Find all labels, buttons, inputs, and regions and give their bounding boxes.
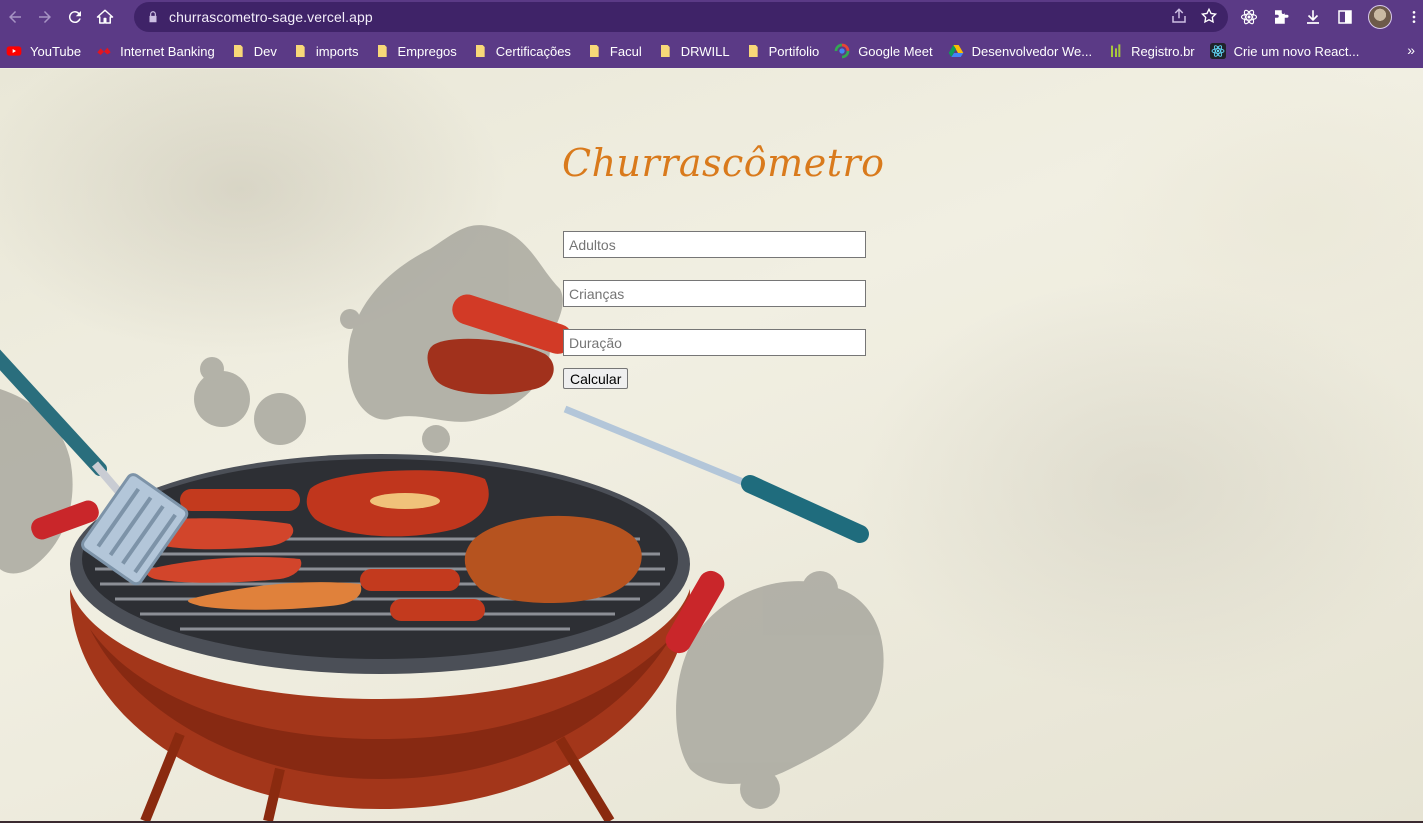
- bookmark-label: Registro.br: [1131, 43, 1195, 59]
- bookmark-facul[interactable]: Facul: [580, 37, 648, 65]
- react-devtools-icon[interactable]: [1240, 8, 1258, 26]
- download-icon[interactable]: [1304, 8, 1322, 26]
- bookmark-drwill[interactable]: DRWILL: [651, 37, 736, 65]
- profile-avatar[interactable]: [1368, 5, 1392, 29]
- arrow-left-icon: [9, 11, 21, 23]
- menu-dots-icon[interactable]: [1406, 8, 1422, 26]
- bookmark-label: Portifolio: [768, 43, 820, 59]
- bookmark-label: Dev: [253, 43, 277, 59]
- bookmark-imports[interactable]: imports: [286, 37, 365, 65]
- bookmark-certificacoes[interactable]: Certificações: [466, 37, 577, 65]
- folder-icon: [475, 45, 485, 57]
- children-input[interactable]: [563, 280, 866, 307]
- arrow-right-icon: [39, 11, 51, 23]
- reload-button[interactable]: [60, 2, 90, 32]
- bookmarks-bar: YouTube Internet Banking Dev imports Emp…: [0, 34, 1423, 68]
- home-button[interactable]: [90, 2, 120, 32]
- bookmark-empregos[interactable]: Empregos: [368, 37, 463, 65]
- google-meet-icon: [834, 43, 850, 59]
- bookmark-label: YouTube: [30, 43, 82, 59]
- bookmark-label: Crie um novo React...: [1233, 43, 1360, 59]
- duration-input[interactable]: [563, 329, 866, 356]
- forward-button[interactable]: [30, 2, 60, 32]
- folder-icon: [233, 45, 243, 57]
- url-text: churrascometro-sage.vercel.app: [169, 9, 373, 25]
- bookmark-youtube[interactable]: YouTube: [0, 37, 87, 65]
- bookmark-registro-br[interactable]: Registro.br: [1101, 37, 1201, 65]
- react-icon: [1209, 43, 1226, 59]
- bookmark-label: Internet Banking: [120, 43, 215, 59]
- folder-icon: [295, 45, 305, 57]
- bookmark-label: Google Meet: [858, 43, 933, 59]
- bank-icon: [97, 47, 111, 55]
- bookmark-portifolio[interactable]: Portifolio: [739, 37, 826, 65]
- bookmark-star-icon[interactable]: [1200, 7, 1218, 25]
- page-viewport: Churrascômetro Calcular: [0, 69, 1423, 821]
- bookmark-label: DRWILL: [680, 43, 730, 59]
- calculate-button[interactable]: Calcular: [563, 368, 629, 389]
- extensions-icon[interactable]: [1272, 8, 1290, 26]
- bookmark-internet-banking[interactable]: Internet Banking: [90, 37, 221, 65]
- side-panel-icon[interactable]: [1336, 8, 1354, 26]
- home-icon: [96, 9, 114, 24]
- bookmark-desenvolvedor-web[interactable]: Desenvolvedor We...: [942, 37, 1098, 65]
- page-title: Churrascômetro: [562, 141, 885, 185]
- bookmark-label: Certificações: [495, 43, 571, 59]
- bookmark-label: Desenvolvedor We...: [971, 43, 1093, 59]
- browser-toolbar: churrascometro-sage.vercel.app: [0, 0, 1423, 34]
- lock-icon: [149, 11, 157, 23]
- folder-icon: [748, 45, 758, 57]
- bookmark-crie-react[interactable]: Crie um novo React...: [1204, 37, 1366, 65]
- google-drive-icon: [948, 45, 963, 57]
- registro-icon: [1111, 44, 1121, 57]
- share-icon[interactable]: [1170, 7, 1188, 25]
- bookmark-google-meet[interactable]: Google Meet: [828, 37, 938, 65]
- folder-icon: [660, 45, 670, 57]
- bookmark-label: imports: [315, 43, 359, 59]
- folder-icon: [377, 45, 387, 57]
- adults-input[interactable]: [563, 231, 866, 258]
- bookmark-dev[interactable]: Dev: [224, 37, 283, 65]
- youtube-icon: [6, 46, 22, 56]
- more-bookmarks-button[interactable]: »: [1407, 42, 1415, 58]
- bookmark-label: Facul: [609, 43, 642, 59]
- address-bar[interactable]: churrascometro-sage.vercel.app: [134, 2, 1228, 32]
- reload-icon: [68, 11, 81, 24]
- back-button[interactable]: [0, 2, 30, 32]
- bookmark-label: Empregos: [397, 43, 457, 59]
- folder-icon: [589, 45, 599, 57]
